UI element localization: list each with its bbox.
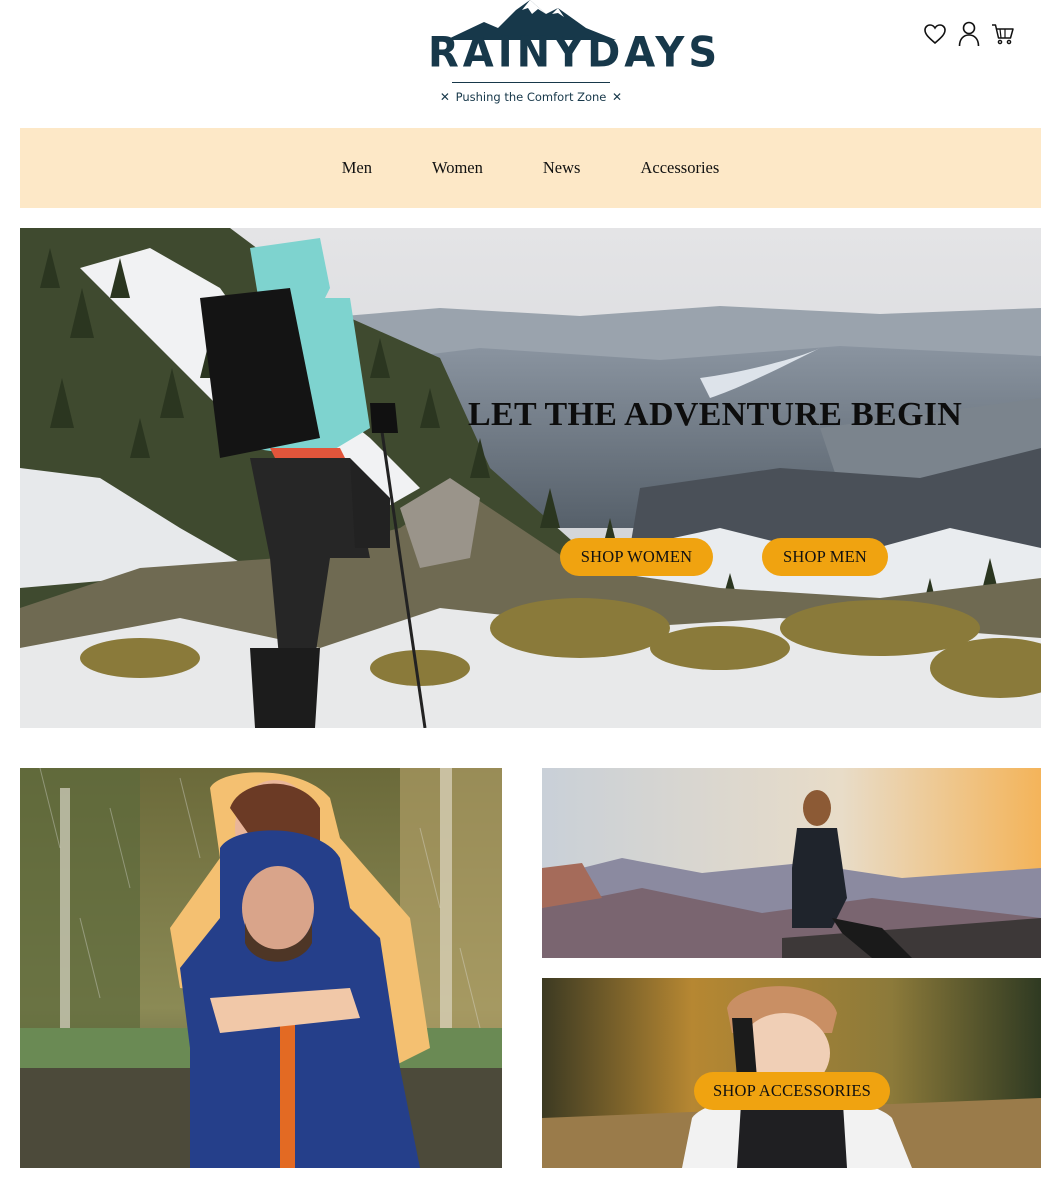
brand-tagline: ✕ Pushing the Comfort Zone ✕ bbox=[428, 90, 634, 104]
shop-accessories-button[interactable]: SHOP ACCESSORIES bbox=[694, 1072, 890, 1110]
nav-item-accessories[interactable]: Accessories bbox=[610, 158, 749, 178]
logo-divider bbox=[452, 82, 610, 83]
nav-item-men[interactable]: Men bbox=[312, 158, 402, 178]
cart-button[interactable] bbox=[990, 20, 1016, 48]
cart-icon bbox=[992, 24, 1014, 45]
woman-sunset-image[interactable] bbox=[542, 768, 1041, 958]
accessories-image: SHOP ACCESSORIES bbox=[542, 978, 1041, 1168]
nav-item-women[interactable]: Women bbox=[402, 158, 513, 178]
couple-rain-image[interactable] bbox=[20, 768, 502, 1168]
tagline-text: Pushing the Comfort Zone bbox=[455, 90, 607, 104]
shop-women-button[interactable]: SHOP WOMEN bbox=[560, 538, 713, 576]
cross-icon: ✕ bbox=[439, 90, 450, 104]
hero-hiker-image bbox=[20, 228, 1041, 728]
account-button[interactable] bbox=[956, 20, 982, 48]
shop-men-button[interactable]: SHOP MEN bbox=[762, 538, 888, 576]
heart-icon bbox=[924, 24, 946, 45]
hero-banner: LET THE ADVENTURE BEGIN SHOP WOMEN SHOP … bbox=[20, 228, 1041, 728]
brand-logo[interactable]: RAINYDAYS ✕ Pushing the Comfort Zone ✕ bbox=[428, 0, 722, 110]
nav-item-news[interactable]: News bbox=[513, 158, 611, 178]
site-header: RAINYDAYS ✕ Pushing the Comfort Zone ✕ bbox=[0, 0, 1062, 128]
main-nav: Men Women News Accessories bbox=[20, 128, 1041, 208]
cross-icon: ✕ bbox=[612, 90, 623, 104]
header-icons bbox=[922, 20, 1016, 48]
hero-title: LET THE ADVENTURE BEGIN bbox=[468, 396, 963, 433]
user-icon bbox=[958, 21, 980, 47]
wishlist-button[interactable] bbox=[922, 20, 948, 48]
brand-name: RAINYDAYS bbox=[428, 28, 722, 78]
